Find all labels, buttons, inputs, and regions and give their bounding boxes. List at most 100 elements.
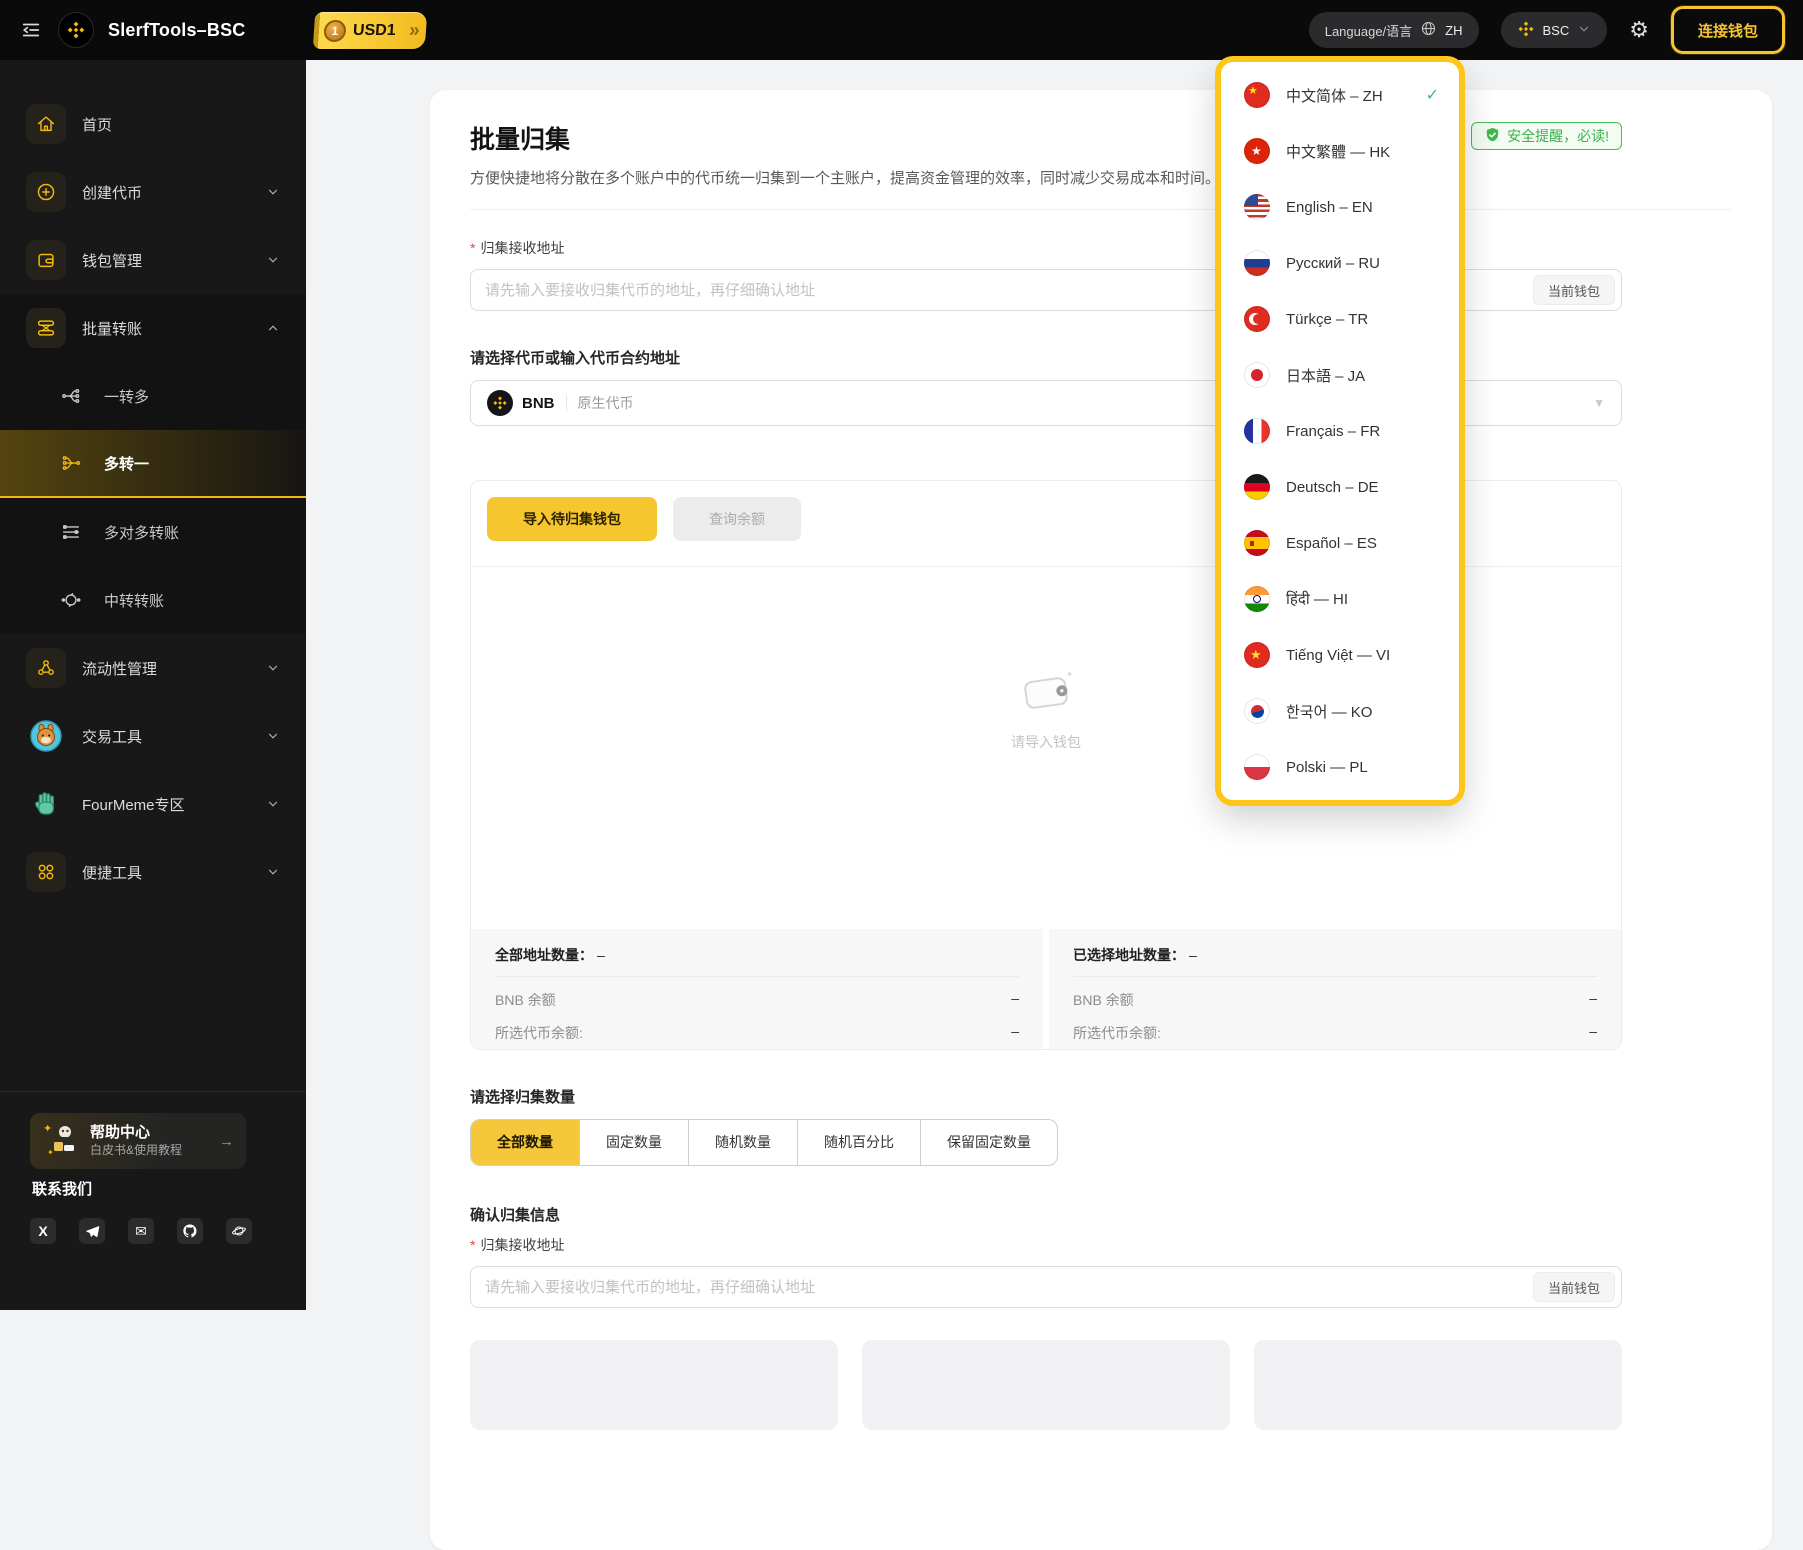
one-to-many-icon	[58, 385, 84, 407]
sidebar-item-home[interactable]: 首页	[0, 90, 306, 158]
sidebar-item-relay-transfer[interactable]: 中转转账	[0, 566, 306, 634]
import-wallets-button[interactable]: 导入待归集钱包	[487, 497, 657, 541]
sidebar-item-label: 批量转账	[82, 320, 143, 338]
flag-fr-icon	[1244, 418, 1270, 444]
email-icon[interactable]: ✉	[128, 1218, 154, 1244]
stat-row: 所选代币余额: –	[1073, 1023, 1597, 1041]
chevron-down-icon	[266, 797, 280, 811]
language-option-ja[interactable]: 日本語 – JA	[1221, 347, 1459, 403]
telegram-icon[interactable]	[79, 1218, 105, 1244]
language-option-en[interactable]: English – EN	[1221, 179, 1459, 235]
svg-text:✦: ✦	[43, 1123, 52, 1135]
sidebar-item-many-to-many[interactable]: 多对多转账	[0, 498, 306, 566]
website-globe-icon[interactable]	[226, 1218, 252, 1244]
help-card-subtitle: 白皮书&使用教程	[90, 1142, 183, 1157]
language-selector[interactable]: Language/语言 ZH	[1308, 12, 1479, 48]
language-option-es[interactable]: Español – ES	[1221, 515, 1459, 571]
safety-notice-badge[interactable]: 安全提醒，必读!	[1471, 122, 1622, 150]
shield-check-icon	[1484, 126, 1501, 147]
hand-icon	[26, 789, 66, 819]
home-icon	[26, 104, 66, 144]
language-option-de[interactable]: Deutsch – DE	[1221, 459, 1459, 515]
sidebar-item-one-to-many[interactable]: 一转多	[0, 362, 306, 430]
language-option-tr[interactable]: Türkçe – TR	[1221, 291, 1459, 347]
required-asterisk: *	[470, 240, 476, 256]
sidebar-item-label: 便捷工具	[82, 864, 143, 882]
sidebar-item-many-to-one[interactable]: 多转一	[0, 430, 306, 498]
usd1-banner[interactable]: 1 USD1 »	[312, 11, 427, 49]
network-selector[interactable]: BSC	[1500, 12, 1608, 48]
liquidity-icon	[26, 648, 66, 688]
many-to-one-icon	[58, 452, 84, 474]
flag-de-icon	[1244, 474, 1270, 500]
help-card-title: 帮助中心	[90, 1124, 151, 1142]
language-option-ru[interactable]: Русский – RU	[1221, 235, 1459, 291]
confirm-address-label: * 归集接收地址	[470, 1237, 565, 1253]
chevron-down-icon	[266, 661, 280, 675]
stats-footer: 全部地址数量： – BNB 余额 – 所选代币余额: – 已选择地址数量： – BNB …	[471, 929, 1621, 1049]
language-option-hk[interactable]: ★ 中文繁體 — HK	[1221, 123, 1459, 179]
chevron-down-icon	[266, 729, 280, 743]
tab-keep-fixed-amount[interactable]: 保留固定数量	[920, 1120, 1057, 1165]
language-option-zh[interactable]: ★ 中文简体 – ZH ✓	[1221, 67, 1459, 123]
language-option-vi[interactable]: ★ Tiếng Việt — VI	[1221, 627, 1459, 683]
sidebar-item-label: 交易工具	[82, 728, 143, 746]
sidebar-item-utilities[interactable]: 便捷工具	[0, 838, 306, 906]
language-option-hi[interactable]: हिंदी — HI	[1221, 571, 1459, 627]
required-asterisk: *	[470, 1237, 476, 1253]
confirm-address-input[interactable]	[470, 1266, 1622, 1308]
sidebar-item-label: 首页	[82, 116, 113, 134]
github-icon[interactable]	[177, 1218, 203, 1244]
language-code: ZH	[1445, 22, 1463, 38]
tab-random-percent[interactable]: 随机百分比	[797, 1120, 920, 1165]
pancakeswap-icon	[26, 719, 66, 753]
sidebar: 首页 创建代币 钱包管理 批量转账 一转多 多转一 多对多转账 中转转账 流动性…	[0, 60, 306, 1310]
current-wallet-button[interactable]: 当前钱包	[1532, 1272, 1615, 1302]
sidebar-item-batch-transfer[interactable]: 批量转账	[0, 294, 306, 362]
chevron-down-icon	[1577, 22, 1591, 39]
sidebar-divider	[0, 1091, 306, 1092]
social-links: X ✉	[30, 1218, 252, 1244]
language-option-fr[interactable]: Français – FR	[1221, 403, 1459, 459]
chevron-down-icon	[266, 865, 280, 879]
chevron-down-icon	[266, 253, 280, 267]
settings-gear-icon[interactable]: ⚙	[1629, 19, 1649, 41]
tab-random-amount[interactable]: 随机数量	[688, 1120, 797, 1165]
current-wallet-button[interactable]: 当前钱包	[1532, 275, 1615, 305]
sidebar-item-fourmeme[interactable]: FourMeme专区	[0, 770, 306, 838]
connect-wallet-button[interactable]: 连接钱包	[1670, 6, 1785, 54]
vertical-separator	[565, 395, 567, 411]
wallet-icon	[26, 240, 66, 280]
stat-row: BNB 余额 –	[1073, 990, 1597, 1008]
app-logo	[58, 12, 94, 48]
query-balance-button[interactable]: 查询余额	[673, 497, 801, 541]
tab-all-amount[interactable]: 全部数量	[471, 1120, 579, 1165]
help-center-card[interactable]: ✦ ✦ 帮助中心 白皮书&使用教程 →	[30, 1113, 246, 1169]
flag-hk-icon: ★	[1244, 138, 1270, 164]
empty-wallet-icon	[1017, 671, 1075, 721]
summary-box	[1254, 1340, 1622, 1430]
stat-row: BNB 余额 –	[495, 990, 1019, 1008]
flag-pl-icon	[1244, 754, 1270, 780]
usd1-coin-icon: 1	[322, 19, 347, 41]
sidebar-item-wallet-management[interactable]: 钱包管理	[0, 226, 306, 294]
safety-notice-label: 安全提醒，必读!	[1507, 128, 1609, 144]
select-dropdown-arrow-icon: ▼	[1593, 396, 1605, 410]
stats-title: 已选择地址数量： –	[1073, 945, 1597, 977]
sidebar-item-trading-tools[interactable]: 交易工具	[0, 702, 306, 770]
plus-circle-icon	[26, 172, 66, 212]
sidebar-item-liquidity[interactable]: 流动性管理	[0, 634, 306, 702]
language-option-pl[interactable]: Polski — PL	[1221, 739, 1459, 795]
tab-fixed-amount[interactable]: 固定数量	[579, 1120, 688, 1165]
sidebar-collapse-icon[interactable]	[18, 17, 44, 43]
stats-all-addresses: 全部地址数量： – BNB 余额 – 所选代币余额: –	[471, 929, 1043, 1049]
flag-kr-icon	[1244, 698, 1270, 724]
x-twitter-icon[interactable]: X	[30, 1218, 56, 1244]
language-option-ko[interactable]: 한국어 — KO	[1221, 683, 1459, 739]
sidebar-item-label: 多转一	[104, 455, 150, 473]
svg-text:✦: ✦	[47, 1148, 54, 1157]
globe-icon	[1420, 20, 1437, 40]
sidebar-item-create-token[interactable]: 创建代币	[0, 158, 306, 226]
language-dropdown-menu: ★ 中文简体 – ZH ✓ ★ 中文繁體 — HK English – EN Р…	[1215, 56, 1465, 806]
flag-us-icon	[1244, 194, 1270, 220]
